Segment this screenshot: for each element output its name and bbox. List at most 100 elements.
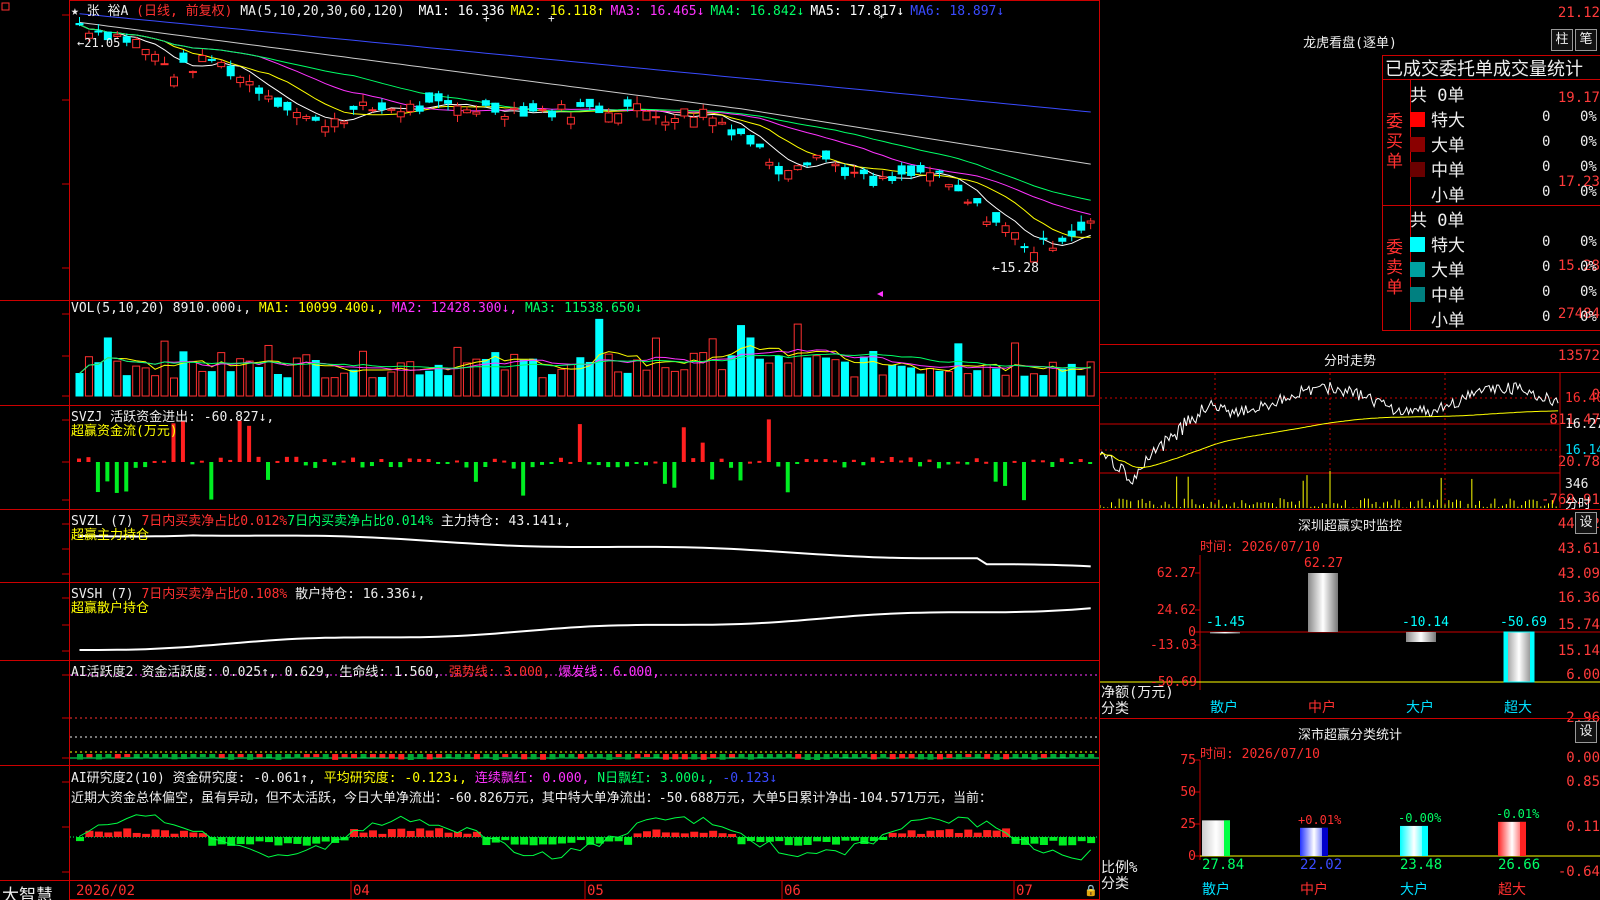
ai-active-name: AI活跃度2 [71,665,134,680]
research-bar [643,831,651,837]
active-bar [823,754,830,760]
color-swatch [1410,162,1425,177]
color-swatch [1410,237,1425,252]
ratio-change: -0.01% [1496,806,1540,821]
active-bar [483,754,490,758]
volume-bar [680,369,689,397]
flow-bar [785,462,790,493]
volume-bar [755,358,764,397]
active-bar [719,754,726,760]
active-bar [1031,754,1038,760]
flow-bar [1003,462,1008,486]
candle [170,73,178,88]
candle [151,50,160,66]
x-axis-label: 05 [587,883,604,899]
ma-value-2: MA2: 16.118↑ [510,4,605,19]
volume-bar [812,355,821,397]
active-bar [1050,754,1057,758]
research-bar [1058,837,1067,846]
candle [840,164,849,180]
research-bar [170,833,179,837]
flow-bar [426,458,431,462]
flow-bar [596,462,601,466]
candle [359,94,367,111]
active-bar [851,754,858,758]
category-label: 大户 [1406,700,1434,716]
classify-settings-button[interactable]: 设 [1575,721,1597,743]
flow-bar [247,425,252,462]
candle [784,169,793,182]
research-bar [832,837,840,845]
candle [387,108,396,114]
active-bar [256,754,263,758]
flow-bar [464,462,469,468]
active-bar [417,754,424,759]
monitor-cat-label: 分类 [1101,701,1129,717]
volume-bar [217,352,226,397]
close-box-icon[interactable] [1,2,10,11]
flow-bar [398,462,403,468]
ai-active-item2: 生命线: 1.560, [339,665,441,680]
candle [557,100,566,111]
ai-research-header: AI研究度2(10) 资金研究度: -0.061↑, 平均研究度: -0.123… [71,767,777,786]
ratio-bar-edge [1422,825,1428,856]
column-mode-button[interactable]: 柱 [1551,29,1573,51]
active-bar [294,754,301,759]
volume-bar [1058,368,1067,397]
research-bar [236,837,245,845]
volume-bar [481,358,490,397]
ratio-value: 22.02 [1300,857,1343,873]
research-bar [104,832,113,837]
candle [774,162,783,182]
flow-bar [1031,459,1036,462]
intraday-y-label: 16.27 [1565,417,1600,432]
active-bar [341,754,348,758]
active-bar [209,754,216,759]
active-bar [757,754,764,758]
flow-bar [162,460,167,463]
flow-bar [294,456,299,462]
volume-bar [557,368,566,397]
candle [548,109,556,121]
research-bar [850,837,859,841]
volume-bar [1001,374,1010,397]
period-label[interactable]: (日线, 前复权) [136,4,232,19]
flow-bar [492,458,497,462]
volume-bar [84,356,93,397]
candle [595,102,604,114]
volume-bar [349,369,358,397]
flow-bar [634,462,639,464]
category-label: 散户 [1202,882,1230,898]
candle [453,102,462,123]
tick-mode-button[interactable]: 笔 [1575,29,1597,51]
svsh-subtitle: 超赢散户持仓 [71,601,150,616]
active-bar [303,754,310,758]
flow-bar [1088,462,1093,464]
research-bar [614,837,623,842]
ai-research-name: AI研究度2(10) [71,771,165,786]
flow-bar [124,462,129,492]
research-bar [548,837,557,845]
ratio-bar-edge [1322,827,1328,856]
active-bar [237,754,244,758]
flow-bar [700,442,705,462]
order-row: 小单 0 0% [1410,306,1600,331]
monitor-settings-button[interactable]: 设 [1575,512,1597,534]
star-icon[interactable]: ★ [71,4,79,19]
order-size-label: 中单 [1431,286,1465,306]
research-bar [501,837,510,841]
volume-bars [75,318,1095,397]
net-amount-bar [1308,573,1338,632]
lock-icon[interactable]: 🔒 [1084,884,1098,897]
candle [292,107,301,126]
research-bar [633,833,642,837]
research-bar [387,829,396,837]
active-bar [965,754,972,758]
intraday-y-label: 16.14 [1565,443,1600,458]
candle [718,117,727,126]
chart-area[interactable]: + + * [0,0,1100,900]
order-size-label: 小单 [1431,311,1465,331]
active-bar [974,754,981,758]
research-bar [1039,837,1048,845]
volume-bar [651,337,660,397]
